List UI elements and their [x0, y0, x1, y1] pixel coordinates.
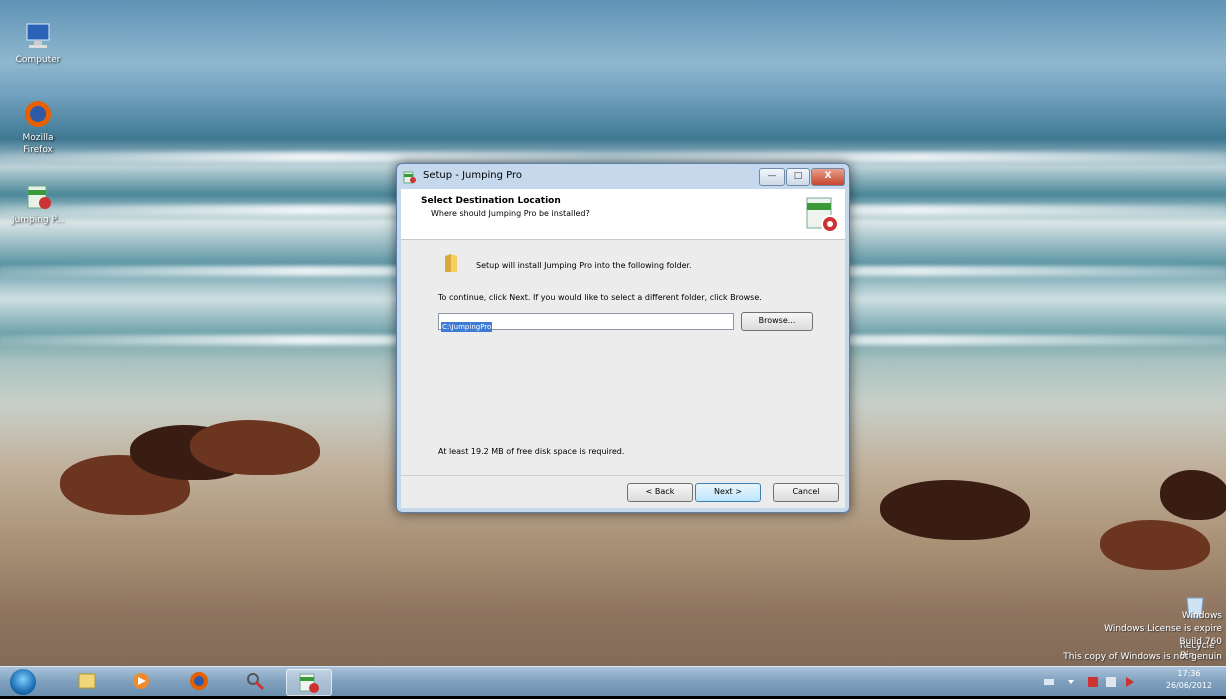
taskbar-clock[interactable]: 17:36 26/06/2012: [1166, 668, 1212, 692]
browse-button[interactable]: Browse...: [741, 312, 813, 331]
firefox-icon: [22, 98, 54, 130]
horse-shape: [1100, 520, 1210, 570]
back-button[interactable]: < Back: [627, 483, 693, 502]
setup-dialog: Setup - Jumping Pro — □ X Select Destina…: [396, 163, 850, 513]
installer-icon: [22, 180, 54, 212]
header-title: Select Destination Location: [421, 196, 561, 206]
destination-path-input[interactable]: C:\JumpingPro: [438, 313, 734, 332]
wave: [0, 152, 1226, 162]
tray-icons: [1044, 677, 1134, 687]
cancel-button[interactable]: Cancel: [773, 483, 839, 502]
tools-icon: [247, 673, 265, 691]
installer-icon: [803, 194, 839, 234]
horse-shape: [190, 420, 320, 475]
dialog-header: Select Destination Location Where should…: [401, 189, 845, 240]
desktop-icon-label: Jumping P...: [11, 215, 65, 225]
setup-app-icon: [403, 169, 417, 184]
dialog-titlebar[interactable]: Setup - Jumping Pro — □ X: [397, 164, 849, 188]
start-button[interactable]: [10, 669, 36, 695]
firefox-icon: [190, 672, 208, 690]
folder-icon: [443, 252, 459, 274]
taskbar-tools[interactable]: [236, 669, 274, 694]
dialog-title: Setup - Jumping Pro: [423, 170, 522, 181]
minimize-button[interactable]: —: [759, 168, 785, 186]
tray-area: [1042, 675, 1154, 692]
clock-date: 26/06/2012: [1165, 681, 1212, 690]
desktop-icon-firefox[interactable]: Mozilla Firefox: [10, 98, 66, 156]
taskbar-media-player[interactable]: [122, 669, 160, 694]
watermark-line: This copy of Windows is not genuin: [1063, 652, 1222, 662]
explorer-icon: [78, 673, 96, 689]
horse-shape: [880, 480, 1030, 540]
continue-message: To continue, click Next. If you would li…: [438, 293, 762, 302]
taskbar-firefox[interactable]: [180, 669, 218, 694]
disk-space-message: At least 19.2 MB of free disk space is r…: [438, 447, 625, 456]
media-player-icon: [133, 673, 149, 689]
desktop-icon-jumping[interactable]: Jumping P...: [10, 180, 66, 226]
desktop-icon-label: Mozilla Firefox: [22, 133, 54, 155]
horse-shape: [1160, 470, 1226, 520]
close-button[interactable]: X: [811, 168, 845, 186]
desktop-icon-label: Computer: [15, 55, 61, 65]
next-button[interactable]: Next >: [695, 483, 761, 502]
watermark-line: Build 760: [1179, 637, 1222, 647]
header-subtitle: Where should Jumping Pro be installed?: [431, 209, 590, 218]
taskbar-setup[interactable]: [286, 669, 332, 696]
maximize-button[interactable]: □: [786, 168, 810, 186]
computer-icon: [22, 20, 54, 52]
desktop-icon-computer[interactable]: Computer: [10, 20, 66, 66]
taskbar: 17:36 26/06/2012: [0, 666, 1226, 696]
watermark-line: Windows: [1181, 611, 1222, 621]
taskbar-explorer[interactable]: [68, 669, 106, 694]
installer-icon: [299, 673, 319, 693]
footer-separator: [401, 475, 845, 476]
dialog-client: Select Destination Location Where should…: [401, 189, 845, 508]
clock-time: 17:36: [1177, 669, 1201, 678]
install-message: Setup will install Jumping Pro into the …: [476, 261, 692, 270]
watermark-line: Windows License is expire: [1104, 624, 1222, 634]
destination-path-value: C:\JumpingPro: [441, 322, 493, 332]
